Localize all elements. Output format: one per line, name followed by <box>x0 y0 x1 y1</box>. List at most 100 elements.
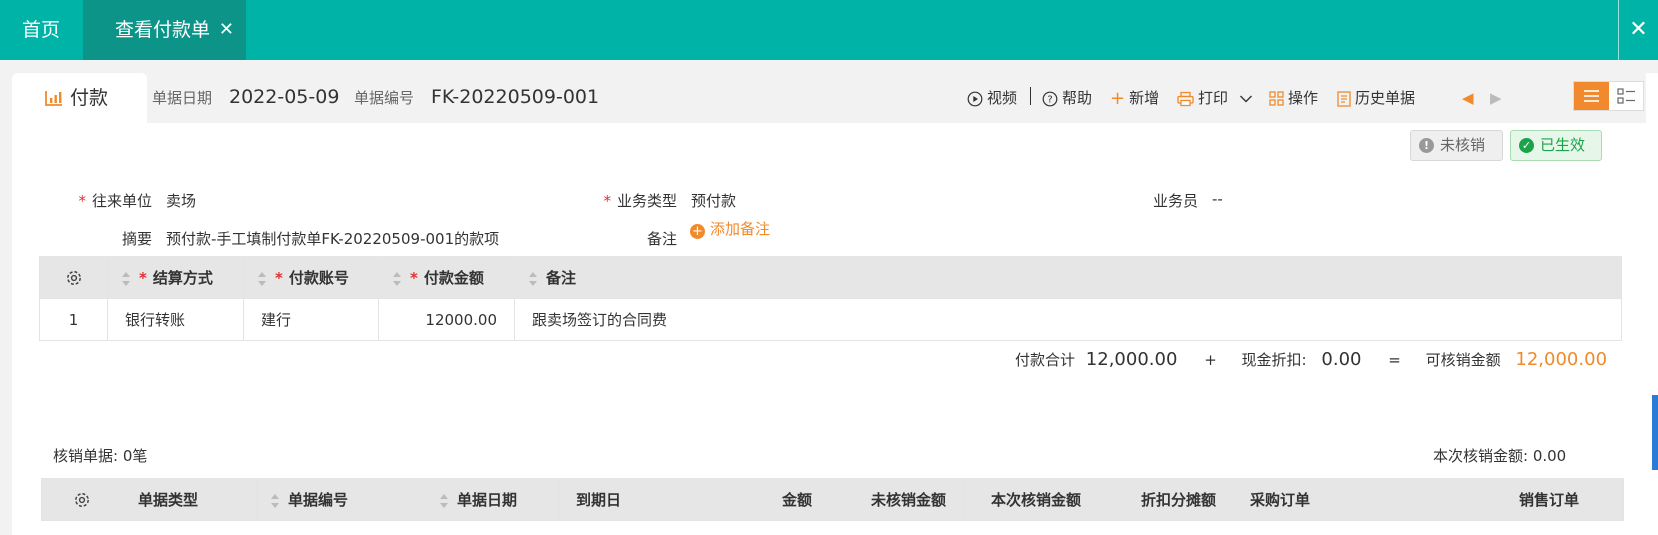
required-mark: * <box>410 269 418 287</box>
header-purchase-order[interactable]: 采购订单 <box>1233 478 1503 521</box>
play-circle-icon <box>967 91 983 106</box>
status-badge-unverified: ! 未核销 <box>1410 130 1503 161</box>
print-dropdown-button[interactable] <box>1239 73 1253 123</box>
sort-icon[interactable] <box>393 271 402 286</box>
video-button[interactable]: 视频 <box>967 73 1017 123</box>
doc-tab-payment[interactable]: 付款 <box>12 73 147 123</box>
history-button[interactable]: 历史单据 <box>1337 73 1415 123</box>
doc-date-value: 2022-05-09 <box>229 86 340 108</box>
row-index: 1 <box>39 298 108 341</box>
header-pay-amount[interactable]: * 付款金额 <box>378 256 515 299</box>
payment-table-header: * 结算方式 * 付款账号 * 付款金额 备注 <box>39 256 1622 299</box>
required-mark: * <box>275 269 283 287</box>
operate-label: 操作 <box>1288 89 1319 107</box>
toolbar-divider <box>1030 87 1031 105</box>
partner-field-label: * 往来单位 <box>78 192 152 210</box>
gear-icon <box>74 492 89 507</box>
sort-icon[interactable] <box>258 271 267 286</box>
verifiable-amount-value: 12,000.00 <box>1515 349 1608 370</box>
cash-discount-label: 现金折扣: <box>1241 351 1307 369</box>
add-remark-button[interactable]: + 添加备注 <box>690 218 770 239</box>
verify-table-header: 单据类型 单据编号 单据日期 到期日 金额 未核销金额 本次核销金额 折扣分摊额… <box>41 478 1624 521</box>
required-mark: * <box>139 269 147 287</box>
sort-icon[interactable] <box>271 493 280 508</box>
table-row[interactable]: 1 银行转账 建行 12000.00 跟卖场签订的合同费 <box>39 298 1622 341</box>
cell-pay-account[interactable]: 建行 <box>243 298 379 341</box>
add-label: 新增 <box>1129 89 1160 107</box>
info-icon: ! <box>1419 138 1434 153</box>
verify-count-text: 核销单据: 0笔 <box>53 447 148 465</box>
header-doc-number[interactable]: 单据编号 <box>256 478 426 521</box>
header-amount[interactable]: 金额 <box>694 478 830 521</box>
print-button[interactable]: 打印 <box>1177 73 1228 123</box>
print-label: 打印 <box>1198 89 1229 107</box>
header-current-verify-amount[interactable]: 本次核销金额 <box>963 478 1099 521</box>
status-unverified-label: 未核销 <box>1440 136 1486 154</box>
document-header-bar: 付款 单据日期 2022-05-09 单据编号 FK-20220509-001 … <box>12 73 1646 123</box>
view-toggle <box>1573 81 1644 111</box>
verify-amount-text: 本次核销金额: 0.00 <box>1433 447 1567 465</box>
check-circle-icon: ✓ <box>1519 138 1534 153</box>
sort-icon[interactable] <box>529 271 538 286</box>
required-mark: * <box>603 192 611 210</box>
cell-settle-method[interactable]: 银行转账 <box>107 298 244 341</box>
column-settings-button[interactable] <box>39 256 108 299</box>
header-sales-order[interactable]: 销售订单 <box>1502 478 1624 521</box>
payment-detail-table: * 结算方式 * 付款账号 * 付款金额 备注 1 银行转账 建行 12000.00 … <box>39 256 1622 341</box>
help-icon: ? <box>1042 91 1058 106</box>
remark-field-label: 备注 <box>646 230 677 248</box>
close-window-icon[interactable]: ✕ <box>1618 0 1658 60</box>
next-document-icon[interactable]: ▶ <box>1490 73 1502 123</box>
add-button[interactable]: + 新增 <box>1110 73 1159 123</box>
help-label: 帮助 <box>1062 89 1093 107</box>
header-due-date[interactable]: 到期日 <box>559 478 695 521</box>
help-button[interactable]: ? 帮助 <box>1042 73 1092 123</box>
doc-number-label: 单据编号 <box>354 89 415 107</box>
plus-icon: + <box>1110 87 1126 109</box>
payment-total-label: 付款合计 <box>1015 351 1076 369</box>
plus-operator: + <box>1204 351 1217 369</box>
equals-operator: = <box>1388 351 1401 369</box>
header-pay-account[interactable]: * 付款账号 <box>243 256 379 299</box>
sort-icon[interactable] <box>122 271 131 286</box>
top-tab-bar: 首页 查看付款单 ✕ ✕ <box>0 0 1658 60</box>
prev-document-icon[interactable]: ◀ <box>1462 73 1474 123</box>
svg-text:?: ? <box>1047 94 1052 105</box>
video-label: 视频 <box>987 89 1018 107</box>
list-view-button[interactable] <box>1574 82 1609 110</box>
biz-type-value[interactable]: 预付款 <box>691 190 736 211</box>
verifiable-amount-label: 可核销金额 <box>1425 351 1501 369</box>
chevron-down-icon <box>1240 95 1252 102</box>
column-settings-button[interactable] <box>41 478 122 521</box>
card-view-button[interactable] <box>1609 82 1644 110</box>
tab-view-payment-label: 查看付款单 <box>115 19 211 41</box>
header-settle-method[interactable]: * 结算方式 <box>107 256 244 299</box>
summary-value[interactable]: 预付款-手工填制付款单FK-20220509-001的款项 <box>166 228 499 249</box>
header-unverified-amount[interactable]: 未核销金额 <box>829 478 964 521</box>
sort-icon[interactable] <box>440 493 449 508</box>
cell-pay-amount[interactable]: 12000.00 <box>378 298 515 341</box>
salesman-field-label: 业务员 <box>1152 192 1198 210</box>
salesman-value[interactable]: -- <box>1212 190 1223 208</box>
totals-line: 付款合计 12,000.00 + 现金折扣: 0.00 = 可核销金额 12,0… <box>1015 345 1607 375</box>
doc-number-value: FK-20220509-001 <box>431 86 600 108</box>
header-discount-share[interactable]: 折扣分摊额 <box>1098 478 1234 521</box>
scrollbar-thumb[interactable] <box>1652 395 1658 470</box>
status-effective-label: 已生效 <box>1540 136 1586 154</box>
doc-tab-label: 付款 <box>70 87 109 109</box>
header-doc-date[interactable]: 单据日期 <box>425 478 560 521</box>
operate-button[interactable]: 操作 <box>1269 73 1318 123</box>
list-icon <box>1584 90 1599 102</box>
cell-remark[interactable]: 跟卖场签订的合同费 <box>514 298 1622 341</box>
tab-close-icon[interactable]: ✕ <box>219 0 234 60</box>
header-remark[interactable]: 备注 <box>514 256 1622 299</box>
status-badge-effective: ✓ 已生效 <box>1510 130 1602 161</box>
verify-documents-table: 单据类型 单据编号 单据日期 到期日 金额 未核销金额 本次核销金额 折扣分摊额… <box>41 478 1624 521</box>
partner-value[interactable]: 卖场 <box>166 190 196 211</box>
required-mark: * <box>78 192 86 210</box>
add-remark-label: 添加备注 <box>710 220 771 238</box>
header-doc-type[interactable]: 单据类型 <box>121 478 257 521</box>
payment-total-value: 12,000.00 <box>1085 349 1178 370</box>
tab-view-payment[interactable]: 查看付款单 ✕ <box>83 0 246 60</box>
tab-home[interactable]: 首页 <box>0 0 82 60</box>
